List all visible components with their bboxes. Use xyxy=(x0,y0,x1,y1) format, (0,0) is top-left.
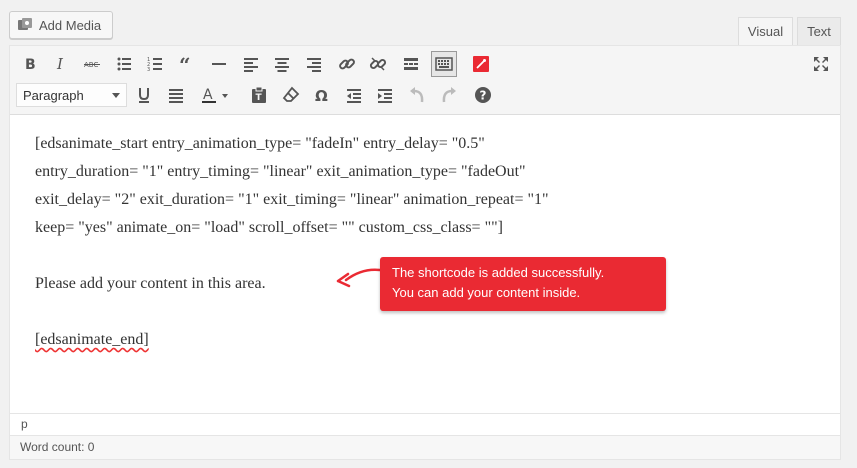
toolbar-toggle-button[interactable] xyxy=(431,51,457,77)
align-right-icon xyxy=(307,58,321,72)
animate-shortcode-icon xyxy=(473,56,489,72)
text-color-icon: A xyxy=(202,87,228,103)
editor-toolbar: B I ABC 123 “ xyxy=(10,46,840,115)
horizontal-line-icon xyxy=(212,63,226,65)
redo-icon xyxy=(442,87,456,103)
bold-button[interactable]: B xyxy=(17,51,43,77)
svg-text:T: T xyxy=(256,93,263,103)
clear-formatting-button[interactable] xyxy=(278,82,304,108)
align-left-button[interactable] xyxy=(238,51,264,77)
undo-button[interactable] xyxy=(404,82,430,108)
justify-icon xyxy=(169,89,183,103)
numbered-list-icon: 123 xyxy=(147,57,162,73)
editor-content[interactable]: [edsanimate_start entry_animation_type= … xyxy=(35,130,825,354)
blockquote-button[interactable]: “ xyxy=(174,51,200,77)
fullscreen-icon xyxy=(814,57,828,71)
svg-text:I: I xyxy=(56,55,64,73)
clear-formatting-icon xyxy=(282,86,300,102)
add-media-label: Add Media xyxy=(39,17,102,33)
shortcode-line: [edsanimate_start entry_animation_type= … xyxy=(35,135,485,152)
paste-as-text-button[interactable]: T xyxy=(246,82,272,108)
svg-text:Ω: Ω xyxy=(315,87,328,104)
special-character-button[interactable]: Ω xyxy=(309,82,335,108)
element-path[interactable]: p xyxy=(10,413,840,435)
read-more-button[interactable] xyxy=(398,51,424,77)
justify-button[interactable] xyxy=(163,82,189,108)
underline-button[interactable] xyxy=(131,82,157,108)
help-icon: ? xyxy=(475,87,491,103)
format-select-value: Paragraph xyxy=(23,87,84,103)
align-center-button[interactable] xyxy=(269,51,295,77)
text-color-button[interactable]: A xyxy=(196,82,236,108)
horizontal-line-button[interactable] xyxy=(206,51,232,77)
editor: B I ABC 123 “ xyxy=(9,45,841,460)
redo-button[interactable] xyxy=(436,82,462,108)
add-media-button[interactable]: Add Media xyxy=(9,11,113,39)
numbered-list-button[interactable]: 123 xyxy=(142,51,168,77)
svg-text:?: ? xyxy=(480,89,487,103)
fullscreen-button[interactable] xyxy=(808,51,834,77)
italic-icon: I xyxy=(56,55,64,73)
chevron-down-icon xyxy=(112,93,120,98)
tab-text[interactable]: Text xyxy=(797,17,841,45)
strikethrough-icon: ABC xyxy=(84,61,100,69)
toolbar-toggle-icon xyxy=(435,57,453,71)
align-left-icon xyxy=(244,58,258,72)
blockquote-icon: “ xyxy=(179,55,191,73)
underline-icon xyxy=(139,88,149,103)
animate-shortcode-button[interactable] xyxy=(468,51,494,77)
shortcode-line: entry_duration= "1" entry_timing= "linea… xyxy=(35,163,526,180)
success-callout: The shortcode is added successfully. You… xyxy=(380,257,666,311)
read-more-icon xyxy=(404,58,418,70)
bold-icon: B xyxy=(25,57,36,73)
decrease-indent-button[interactable] xyxy=(341,82,367,108)
callout-line: The shortcode is added successfully. xyxy=(392,265,605,280)
help-button[interactable]: ? xyxy=(470,82,496,108)
callout-arrow-icon xyxy=(336,268,382,288)
decrease-indent-icon xyxy=(347,89,361,103)
media-icon xyxy=(18,18,32,30)
paste-as-text-icon: T xyxy=(252,86,266,103)
svg-text:3: 3 xyxy=(147,67,150,73)
italic-button[interactable]: I xyxy=(48,51,74,77)
format-select[interactable]: Paragraph xyxy=(16,83,127,107)
svg-text:B: B xyxy=(25,57,36,73)
increase-indent-icon xyxy=(378,89,392,103)
increase-indent-button[interactable] xyxy=(372,82,398,108)
strikethrough-button[interactable]: ABC xyxy=(79,51,105,77)
svg-text:“: “ xyxy=(179,55,191,73)
callout-line: You can add your content inside. xyxy=(392,285,581,300)
bulleted-list-button[interactable] xyxy=(111,51,137,77)
undo-icon xyxy=(410,87,424,103)
bulleted-list-icon xyxy=(117,57,131,71)
svg-text:A: A xyxy=(203,87,213,103)
special-character-icon: Ω xyxy=(315,87,328,104)
tab-visual[interactable]: Visual xyxy=(738,17,793,45)
align-center-icon xyxy=(275,58,289,72)
shortcode-line: keep= "yes" animate_on= "load" scroll_of… xyxy=(35,219,503,236)
shortcode-end-tag: [edsanimate_end] xyxy=(35,331,149,348)
align-right-button[interactable] xyxy=(301,51,327,77)
link-button[interactable] xyxy=(334,51,360,77)
link-icon xyxy=(339,58,355,70)
unlink-button[interactable] xyxy=(365,51,391,77)
unlink-icon xyxy=(369,57,387,71)
shortcode-line: exit_delay= "2" exit_duration= "1" exit_… xyxy=(35,191,549,208)
word-count: Word count: 0 xyxy=(10,435,840,459)
